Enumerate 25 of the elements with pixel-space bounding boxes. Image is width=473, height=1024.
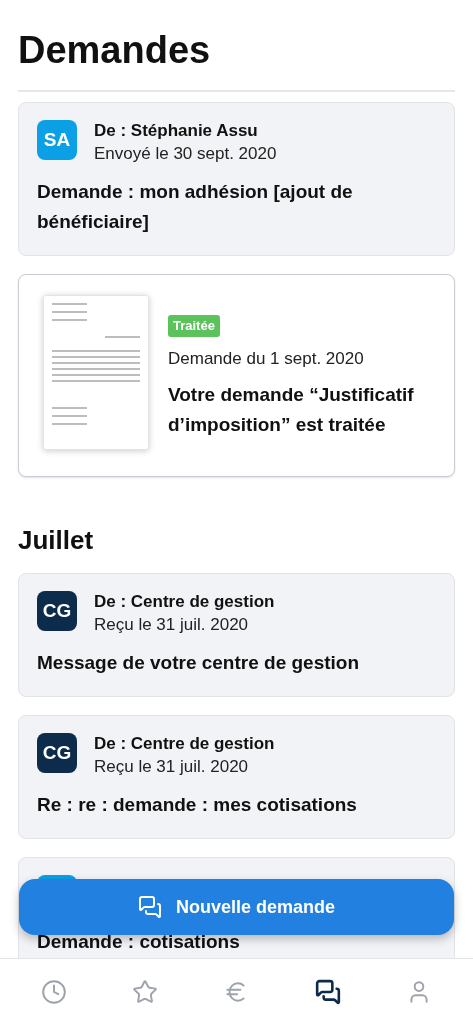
date: Reçu le 31 juil. 2020 xyxy=(94,756,250,778)
status-badge: Traitée xyxy=(168,315,220,337)
sender: De : Centre de gestion xyxy=(94,591,275,613)
message-card[interactable]: CG De : Centre de gestion Reçu le 31 juil. 2020 Message de votre centre de gestion xyxy=(18,573,455,697)
sender: De : Stéphanie Assu xyxy=(94,120,259,142)
avatar: CG xyxy=(37,591,77,631)
subject: Message de votre centre de gestion xyxy=(37,651,361,675)
avatar: CG xyxy=(37,733,77,773)
message-card[interactable]: SA De : Stéphanie Assu Envoyé le 30 sept. 2020 Demande : mon adhésion [ajout de bénéficiaire] xyxy=(18,102,455,256)
sender: De : Centre de gestion xyxy=(94,733,275,755)
page-title: Demandes xyxy=(18,28,212,73)
date: Demande du 1 sept. 2020 xyxy=(168,347,365,370)
subject: Demande : mon adhésion [ajout de bénéficiaire] xyxy=(37,180,354,234)
avatar: SA xyxy=(37,120,77,160)
date: Envoyé le 30 sept. 2020 xyxy=(94,143,277,165)
chat-bubbles-icon xyxy=(314,978,341,1005)
chat-bubbles-icon xyxy=(137,895,162,919)
section-heading: Juillet xyxy=(18,524,95,557)
subject: Votre demande “Justificatif d’imposition” est traitée xyxy=(168,383,415,437)
subject: Re : re : demande : mes cotisations xyxy=(37,793,358,817)
date: Reçu le 31 juil. 2020 xyxy=(94,614,250,636)
message-card[interactable]: CG De : Centre de gestion Reçu le 31 juil. 2020 Re : re : demande : mes cotisations xyxy=(18,715,455,839)
star-icon xyxy=(132,978,159,1005)
document-card[interactable]: Traitée Demande du 1 sept. 2020 Votre demande “Justificatif d’imposition” est traitée xyxy=(18,274,455,477)
clock-icon xyxy=(40,978,67,1005)
